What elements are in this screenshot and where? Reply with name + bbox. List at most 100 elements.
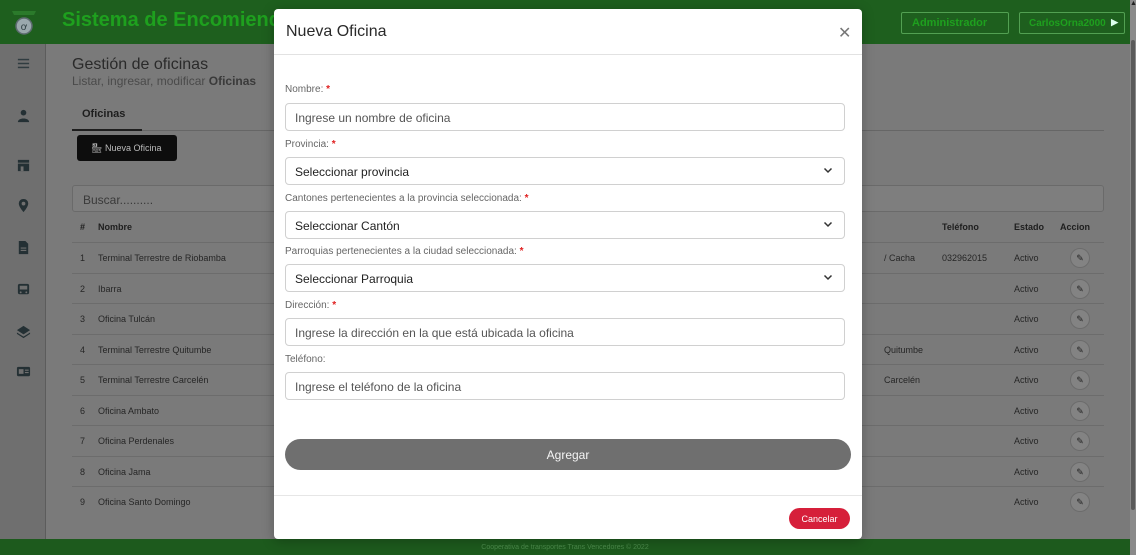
app-title: Sistema de Encomiendas [62,9,304,31]
subtitle-text: Listar, ingresar, modificar [72,74,206,88]
row-num: 4 [80,344,86,355]
required-mark: * [519,246,524,257]
document-icon[interactable] [0,240,46,260]
nombre-label-text: Nombre: [285,84,324,95]
row-phone: 032962015 [942,253,988,263]
direccion-input[interactable]: Ingrese la dirección en la que está ubic… [285,318,845,346]
row-name: Oficina Santo Domingo [98,497,191,507]
col-name: Nombre [98,222,133,232]
parroquia-label-text: Parroquias pertenecientes a la ciudad se… [285,246,517,257]
sidebar [0,44,46,539]
nombre-label: Nombre: * [285,84,330,95]
canton-select-value: Seleccionar Cantón [295,219,400,233]
chevron-down-icon [823,221,833,228]
subtitle-bold: Oficinas [208,74,257,88]
page-subtitle: Listar, ingresar, modificar Oficinas [72,74,256,88]
edit-pencil-icon[interactable]: ✎ [1070,248,1090,268]
user-icon[interactable] [0,108,46,128]
required-mark: * [326,84,331,95]
bus-icon[interactable] [0,282,46,302]
row-status: Activo [1014,436,1039,446]
layers-icon[interactable] [0,324,46,344]
store-icon[interactable] [0,158,46,178]
user-menu-button[interactable]: CarlosOrna2000 ▶ [1019,12,1125,34]
edit-pencil-icon[interactable]: ✎ [1070,461,1090,482]
new-office-modal: Nueva Oficina ✕ Nombre: * Ingrese un nom… [274,9,862,539]
modal-header: Nueva Oficina ✕ [274,9,862,55]
edit-pencil-icon[interactable]: ✎ [1070,278,1090,299]
provincia-select[interactable]: Seleccionar provincia [285,157,845,185]
row-status: Activo [1014,466,1039,477]
svg-text:ơ: ơ [21,22,28,33]
edit-pencil-icon[interactable]: ✎ [1070,370,1090,390]
row-parish: / Cacha [884,253,916,263]
direccion-label-text: Dirección: [285,300,330,311]
edit-pencil-icon[interactable]: ✎ [1070,339,1090,360]
row-name: Ibarra [98,283,122,294]
page-title: Gestión de oficinas [72,56,209,73]
col-action: Accion [1060,222,1091,232]
row-name: Oficina Jama [98,466,151,477]
row-num: 5 [80,375,86,385]
row-status: Activo [1014,405,1039,416]
close-icon[interactable]: ✕ [838,23,851,43]
row-status: Activo [1014,314,1039,324]
cancel-button[interactable]: Cancelar [789,508,850,529]
scroll-up-arrow-icon[interactable]: ▲ [1130,0,1136,10]
col-status: Estado [1014,222,1045,232]
row-name: Terminal Terrestre Quitumbe [98,344,212,355]
provincia-label: Provincia: * [285,139,336,150]
hamburger-menu-icon[interactable] [0,56,46,76]
id-card-icon[interactable] [0,364,46,384]
row-name: Terminal Terrestre de Riobamba [98,253,226,263]
provincia-select-value: Seleccionar provincia [295,165,410,179]
nombre-input[interactable]: Ingrese un nombre de oficina [285,103,845,131]
row-num: 2 [80,283,86,294]
parroquia-select[interactable]: Seleccionar Parroquia [285,264,845,292]
telefono-input[interactable]: Ingrese el teléfono de la oficina [285,372,845,400]
col-phone: Teléfono [942,222,979,232]
row-num: 9 [80,497,86,507]
row-name: Terminal Terrestre Carcelén [98,375,209,385]
chevron-down-icon [823,274,833,281]
row-status: Activo [1014,375,1039,385]
chevron-down-icon [823,167,833,174]
tab-oficinas[interactable]: Oficinas [82,108,125,120]
user-name: CarlosOrna2000 [1029,18,1106,29]
row-name: Oficina Tulcán [98,314,156,324]
parroquia-label: Parroquias pertenecientes a la ciudad se… [285,246,524,257]
edit-pencil-icon[interactable]: ✎ [1070,400,1090,421]
new-office-label: Nueva Oficina [104,143,162,153]
edit-pencil-icon[interactable]: ✎ [1070,492,1090,512]
row-status: Activo [1014,497,1039,507]
row-status: Activo [1014,344,1039,355]
modal-footer-divider [274,495,862,496]
direccion-label: Dirección: * [285,300,336,311]
row-num: 1 [80,253,86,263]
store-icon: 🏪︎ [91,143,103,153]
agregar-button[interactable]: Agregar [285,439,851,470]
app-logo-icon[interactable]: ơ [8,6,40,38]
scrollbar[interactable] [1130,0,1136,555]
telefono-label: Teléfono: [285,354,326,365]
location-pin-icon[interactable] [0,198,46,218]
col-num: # [80,222,86,232]
edit-pencil-icon[interactable]: ✎ [1070,431,1090,451]
canton-label: Cantones pertenecientes a la provincia s… [285,193,529,204]
edit-pencil-icon[interactable]: ✎ [1070,309,1090,329]
row-name: Oficina Ambato [98,405,160,416]
row-num: 6 [80,405,86,416]
required-mark: * [332,300,337,311]
row-num: 7 [80,436,86,446]
new-office-button[interactable]: 🏪︎ Nueva Oficina [77,135,177,161]
provincia-label-text: Provincia: [285,139,329,150]
role-button[interactable]: Administrador [901,12,1009,34]
parroquia-select-value: Seleccionar Parroquia [295,272,414,286]
row-status: Activo [1014,283,1039,294]
row-parish: Quitumbe [884,344,924,355]
canton-select[interactable]: Seleccionar Cantón [285,211,845,239]
row-num: 8 [80,466,86,477]
row-parish: Carcelén [884,375,921,385]
row-num: 3 [80,314,86,324]
scrollbar-thumb[interactable] [1131,40,1135,510]
